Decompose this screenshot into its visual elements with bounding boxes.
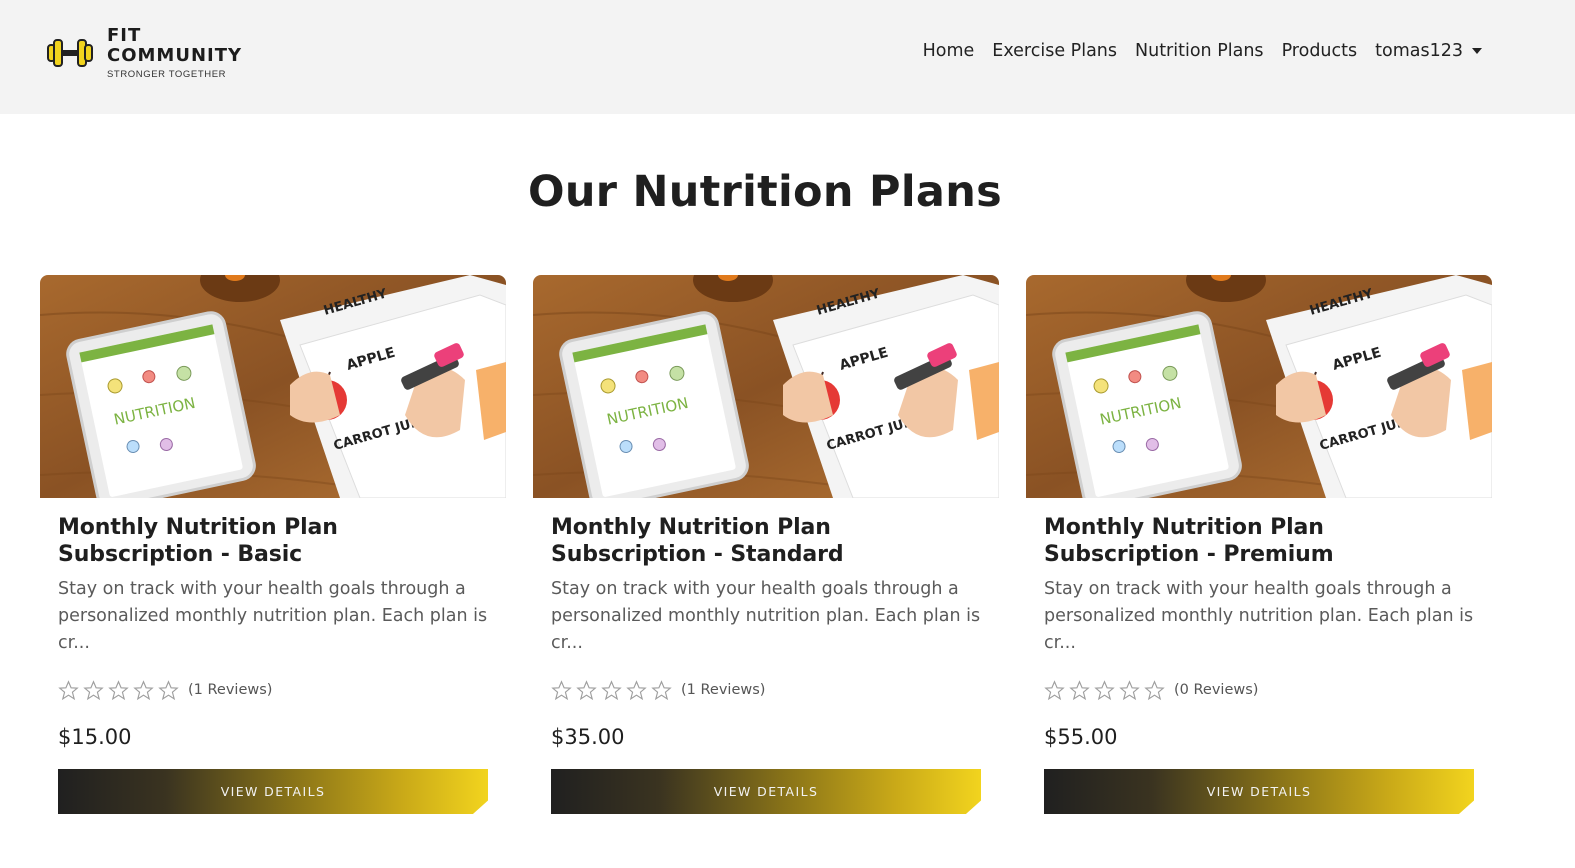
plan-title[interactable]: Monthly Nutrition Plan Subscription - Pr…	[1044, 514, 1474, 568]
star-empty-icon	[108, 679, 129, 700]
star-empty-icon	[601, 679, 622, 700]
star-empty-icon	[576, 679, 597, 700]
caret-down-icon	[1472, 48, 1482, 54]
star-empty-icon	[551, 679, 572, 700]
nav-nutrition-plans[interactable]: Nutrition Plans	[1135, 41, 1264, 61]
view-details-button[interactable]: VIEW DETAILS	[1044, 769, 1474, 814]
plan-description: Stay on track with your health goals thr…	[551, 579, 981, 653]
star-empty-icon	[1144, 679, 1165, 700]
nutrition-plan-image[interactable]: HEALTHY APPLE CARROT JUICE NUTRITION	[533, 275, 999, 498]
star-empty-icon	[83, 679, 104, 700]
brand-line2: COMMUNITY	[107, 45, 243, 66]
review-count: (1 Reviews)	[681, 682, 766, 698]
view-details-button[interactable]: VIEW DETAILS	[551, 769, 981, 814]
review-count: (1 Reviews)	[188, 682, 273, 698]
plan-price: $35.00	[551, 725, 625, 749]
plan-description: Stay on track with your health goals thr…	[58, 579, 488, 653]
star-empty-icon	[1094, 679, 1115, 700]
star-empty-icon	[58, 679, 79, 700]
star-empty-icon	[651, 679, 672, 700]
star-rating: (1 Reviews)	[551, 678, 981, 702]
brand-logo[interactable]: FIT COMMUNITY STRONGER TOGETHER	[46, 27, 242, 80]
main-nav: Home Exercise Plans Nutrition Plans Prod…	[905, 41, 1482, 61]
plan-price: $55.00	[1044, 725, 1118, 749]
brand-line1: FIT	[107, 25, 142, 46]
brand-tagline: STRONGER TOGETHER	[107, 69, 227, 80]
star-empty-icon	[1069, 679, 1090, 700]
dumbbell-icon	[47, 39, 93, 67]
plan-price: $15.00	[58, 725, 132, 749]
plan-card: HEALTHY APPLE CARROT JUICE NUTRITION Mon…	[1026, 275, 1492, 835]
review-count: (0 Reviews)	[1174, 682, 1259, 698]
nav-exercise-plans[interactable]: Exercise Plans	[992, 41, 1117, 61]
star-empty-icon	[133, 679, 154, 700]
plan-card: HEALTHY APPLE CARROT JUICE NUTRITION Mon…	[533, 275, 999, 835]
star-empty-icon	[158, 679, 179, 700]
star-empty-icon	[1044, 679, 1065, 700]
plan-title[interactable]: Monthly Nutrition Plan Subscription - Ba…	[58, 514, 488, 568]
plan-title[interactable]: Monthly Nutrition Plan Subscription - St…	[551, 514, 981, 568]
view-details-button[interactable]: VIEW DETAILS	[58, 769, 488, 814]
user-name: tomas123	[1375, 41, 1463, 61]
star-rating: (1 Reviews)	[58, 678, 488, 702]
plan-description: Stay on track with your health goals thr…	[1044, 579, 1474, 653]
nav-products[interactable]: Products	[1282, 41, 1358, 61]
page-title: Our Nutrition Plans	[527, 167, 1003, 217]
plan-card: HEALTHY APPLE CARROT JUICE NUTRITION Mon…	[40, 275, 506, 835]
nutrition-plan-image[interactable]: HEALTHY APPLE CARROT JUICE NUTRITION	[1026, 275, 1492, 498]
navbar: FIT COMMUNITY STRONGER TOGETHER Home Exe…	[0, 0, 1575, 114]
star-rating: (0 Reviews)	[1044, 678, 1474, 702]
star-empty-icon	[626, 679, 647, 700]
nutrition-plan-image[interactable]: HEALTHY APPLE CARROT JUICE NUTRITION	[40, 275, 506, 498]
user-menu-dropdown[interactable]: tomas123	[1375, 41, 1482, 61]
nav-home[interactable]: Home	[923, 41, 975, 61]
star-empty-icon	[1119, 679, 1140, 700]
